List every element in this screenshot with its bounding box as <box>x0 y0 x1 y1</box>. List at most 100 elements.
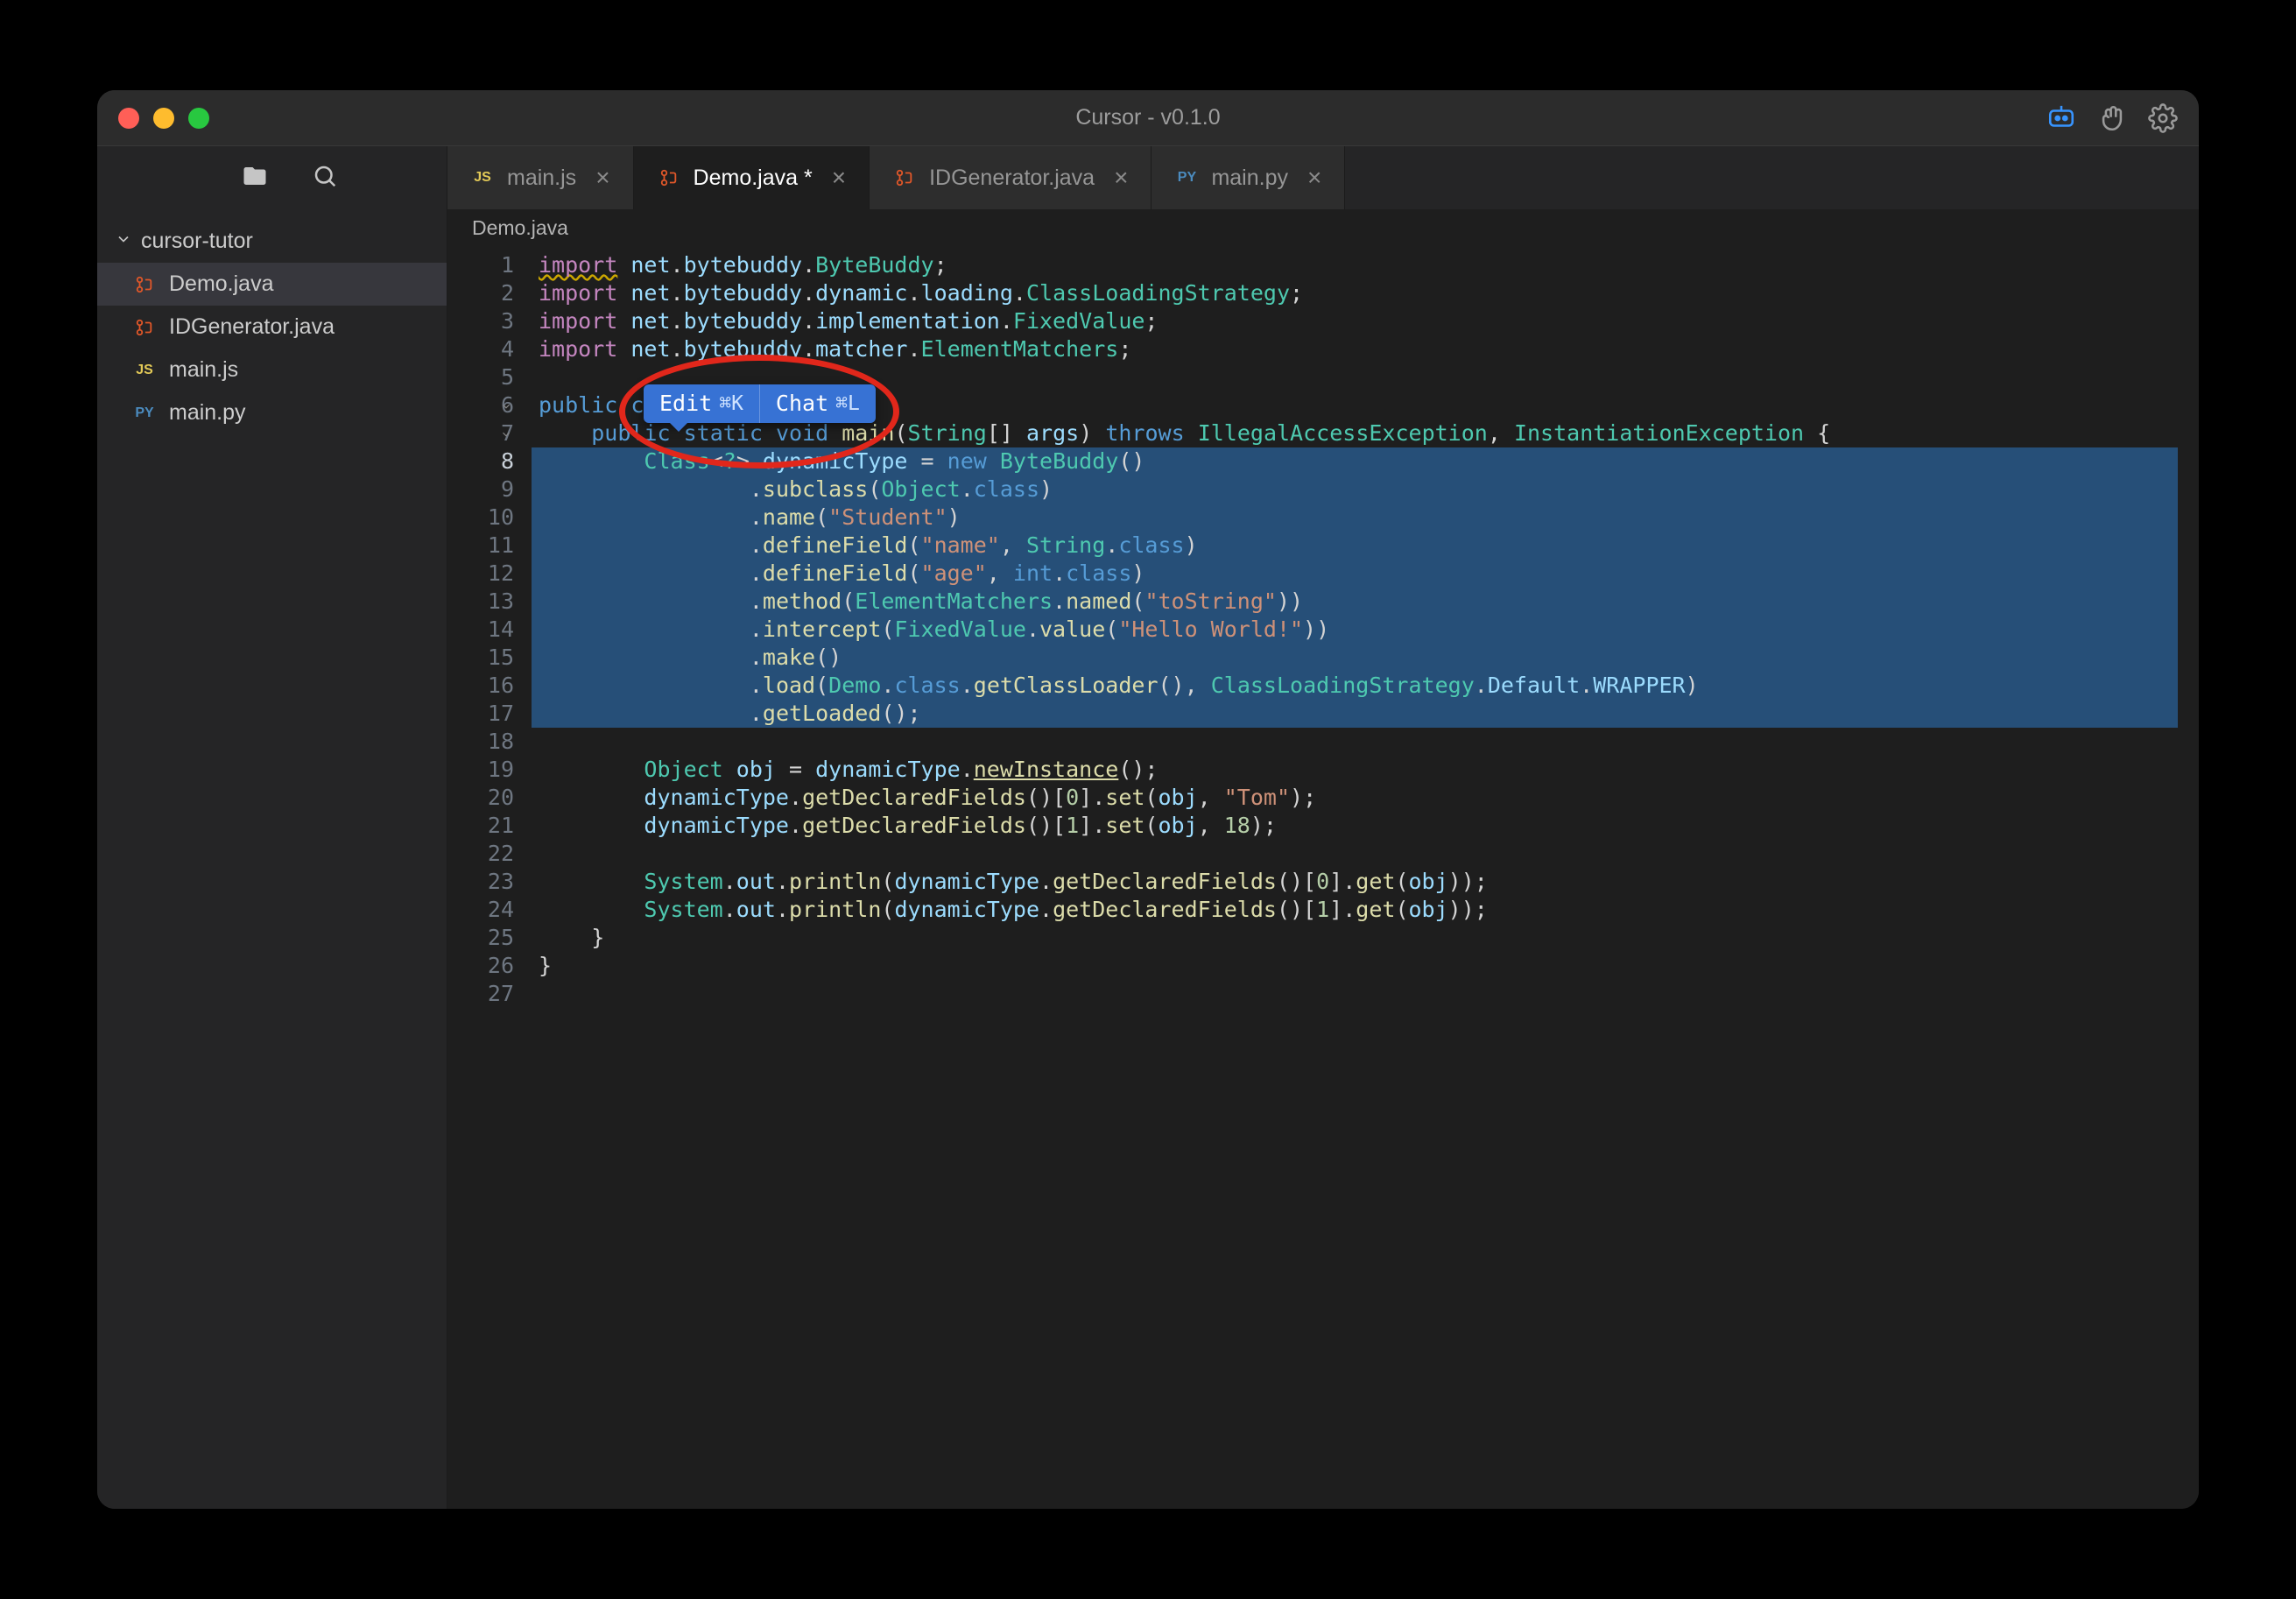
line-number[interactable]: 15 <box>447 644 514 672</box>
code-line[interactable]: import net.bytebuddy.dynamic.loading.Cla… <box>532 279 2178 307</box>
fold-chevron-icon[interactable] <box>500 391 512 419</box>
line-number[interactable]: 13 <box>447 588 514 616</box>
code-line[interactable]: System.out.println(dynamicType.getDeclar… <box>532 868 2178 896</box>
tree-item[interactable]: IDGenerator.java <box>97 306 447 349</box>
tree-item[interactable]: JSmain.js <box>97 349 447 391</box>
titlebar[interactable]: Cursor - v0.1.0 <box>97 90 2199 146</box>
tab-label: main.js <box>507 166 576 191</box>
java-icon <box>132 315 157 340</box>
java-icon <box>657 166 681 190</box>
sidebar-top <box>97 146 447 209</box>
line-number[interactable]: 20 <box>447 784 514 812</box>
close-icon[interactable]: × <box>595 164 609 192</box>
code-line[interactable]: dynamicType.getDeclaredFields()[1].set(o… <box>532 812 2178 840</box>
line-number[interactable]: 10 <box>447 504 514 532</box>
tab[interactable]: JS main.js × <box>447 146 634 209</box>
close-icon[interactable]: × <box>1114 164 1128 192</box>
line-number[interactable]: 17 <box>447 700 514 728</box>
code-line[interactable]: public static void main(String[] args) t… <box>532 419 2178 447</box>
ai-icon[interactable] <box>2046 103 2076 133</box>
folder-icon[interactable] <box>242 163 268 194</box>
tab[interactable]: PYmain.py× <box>1152 146 1345 209</box>
line-number[interactable]: 18 <box>447 728 514 756</box>
line-number[interactable]: 22 <box>447 840 514 868</box>
code-line[interactable]: Class<?> dynamicType = new ByteBuddy() <box>532 447 2178 475</box>
line-number[interactable]: 26 <box>447 952 514 980</box>
wave-icon[interactable] <box>2097 103 2127 133</box>
line-number[interactable]: 11 <box>447 532 514 560</box>
tab-label: Demo.java * <box>694 166 813 191</box>
line-number[interactable]: 27 <box>447 980 514 1008</box>
search-icon[interactable] <box>312 163 338 194</box>
tree-root[interactable]: cursor-tutor <box>97 220 447 263</box>
code-line[interactable]: import net.bytebuddy.implementation.Fixe… <box>532 307 2178 335</box>
code-line[interactable] <box>532 728 2178 756</box>
code-line[interactable]: .defineField("age", int.class) <box>532 560 2178 588</box>
popup-tail <box>670 423 687 432</box>
edit-label: Edit <box>659 390 712 418</box>
edit-button[interactable]: Edit ⌘K <box>644 384 759 423</box>
code-area[interactable]: import net.bytebuddy.ByteBuddy;import ne… <box>532 248 2178 1509</box>
gear-icon[interactable] <box>2148 103 2178 133</box>
code-line[interactable]: Object obj = dynamicType.newInstance(); <box>532 756 2178 784</box>
scrollbar[interactable] <box>2178 248 2199 1509</box>
line-number[interactable]: 16 <box>447 672 514 700</box>
tree-item[interactable]: Demo.java <box>97 263 447 306</box>
code-line[interactable]: dynamicType.getDeclaredFields()[0].set(o… <box>532 784 2178 812</box>
line-number[interactable]: 14 <box>447 616 514 644</box>
code-line[interactable]: .name("Student") <box>532 504 2178 532</box>
breadcrumb[interactable]: Demo.java <box>447 209 2199 248</box>
code-line[interactable] <box>532 980 2178 1008</box>
line-number[interactable]: 1 <box>447 251 514 279</box>
line-number[interactable]: 8 <box>447 447 514 475</box>
line-number[interactable]: 25 <box>447 924 514 952</box>
line-number[interactable]: 3 <box>447 307 514 335</box>
line-number[interactable]: 21 <box>447 812 514 840</box>
window-title: Cursor - v0.1.0 <box>97 105 2199 130</box>
chat-shortcut: ⌘L <box>835 390 860 418</box>
code-line[interactable]: } <box>532 924 2178 952</box>
window: Cursor - v0.1.0 <box>97 90 2199 1509</box>
tree-item-label: main.py <box>169 400 246 426</box>
line-number[interactable]: 23 <box>447 868 514 896</box>
tab[interactable]: Demo.java * × <box>634 146 870 209</box>
code-line[interactable]: .intercept(FixedValue.value("Hello World… <box>532 616 2178 644</box>
code-line[interactable] <box>532 840 2178 868</box>
js-icon: JS <box>470 166 495 190</box>
chat-button[interactable]: Chat ⌘L <box>759 384 876 423</box>
gutter[interactable]: 1234567891011121314151617181920212223242… <box>447 248 532 1509</box>
line-number[interactable]: 4 <box>447 335 514 363</box>
line-number[interactable]: 19 <box>447 756 514 784</box>
fold-chevron-icon[interactable] <box>500 419 512 447</box>
code-line[interactable]: .getLoaded(); <box>532 700 2178 728</box>
code-line[interactable]: import net.bytebuddy.ByteBuddy; <box>532 251 2178 279</box>
code-line[interactable]: .defineField("name", String.class) <box>532 532 2178 560</box>
code-line[interactable]: .method(ElementMatchers.named("toString"… <box>532 588 2178 616</box>
code-line[interactable]: .make() <box>532 644 2178 672</box>
file-tree: cursor-tutor Demo.java IDGenerator.java JS… <box>97 209 447 445</box>
code-line[interactable]: import net.bytebuddy.matcher.ElementMatc… <box>532 335 2178 363</box>
code-line[interactable]: .subclass(Object.class) <box>532 475 2178 504</box>
line-number[interactable]: 24 <box>447 896 514 924</box>
code-line[interactable]: .load(Demo.class.getClassLoader(), Class… <box>532 672 2178 700</box>
line-number[interactable]: 6 <box>447 391 514 419</box>
line-number[interactable]: 2 <box>447 279 514 307</box>
tree-item-label: Demo.java <box>169 271 274 297</box>
tree-item[interactable]: PYmain.py <box>97 391 447 434</box>
line-number[interactable]: 9 <box>447 475 514 504</box>
sidebar: cursor-tutor Demo.java IDGenerator.java JS… <box>97 146 447 1509</box>
close-icon[interactable]: × <box>1307 164 1321 192</box>
tab[interactable]: IDGenerator.java× <box>870 146 1152 209</box>
line-number[interactable]: 5 <box>447 363 514 391</box>
close-icon[interactable]: × <box>832 164 846 192</box>
chevron-down-icon <box>115 229 132 254</box>
line-number[interactable]: 12 <box>447 560 514 588</box>
line-number[interactable]: 7 <box>447 419 514 447</box>
tree-item-label: main.js <box>169 357 238 383</box>
java-icon <box>892 166 917 190</box>
py-icon: PY <box>1174 166 1199 190</box>
code-line[interactable]: } <box>532 952 2178 980</box>
code-line[interactable]: System.out.println(dynamicType.getDeclar… <box>532 896 2178 924</box>
tree-item-label: IDGenerator.java <box>169 314 335 340</box>
editor[interactable]: 1234567891011121314151617181920212223242… <box>447 248 2199 1509</box>
